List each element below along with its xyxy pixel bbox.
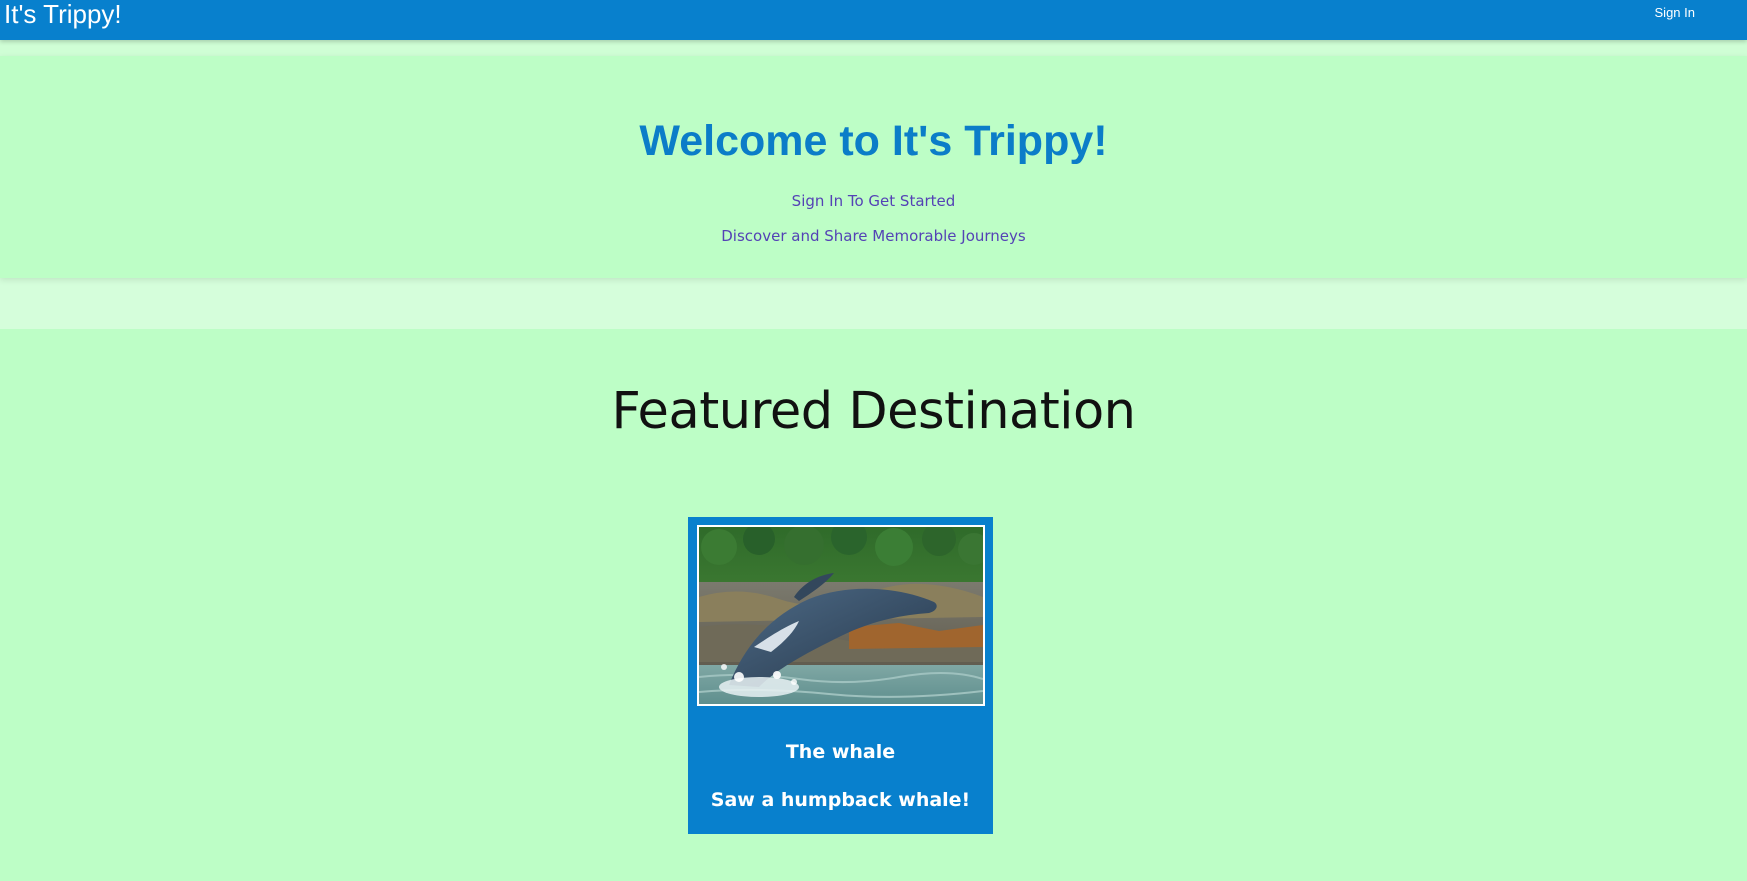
featured-heading: Featured Destination [611,382,1136,441]
card-description: Saw a humpback whale! [710,789,971,811]
whale-photo [697,525,985,706]
hero-tagline: Discover and Share Memorable Journeys [721,227,1026,245]
brand-logo-text[interactable]: It's Trippy! [4,0,122,28]
top-navbar: It's Trippy! Sign In [0,0,1747,40]
section-divider-band [0,278,1747,329]
hero-section: Welcome to It's Trippy! Sign In To Get S… [0,56,1747,278]
featured-section: Featured Destination The whale Saw a hum… [0,329,1747,881]
sign-in-link[interactable]: Sign In [1655,6,1695,20]
hero-subtitle: Sign In To Get Started [791,192,956,210]
top-divider-band [0,40,1747,56]
featured-destination-card[interactable]: The whale Saw a humpback whale! [688,517,993,834]
hero-title: Welcome to It's Trippy! [639,117,1108,165]
card-title: The whale [785,741,896,763]
